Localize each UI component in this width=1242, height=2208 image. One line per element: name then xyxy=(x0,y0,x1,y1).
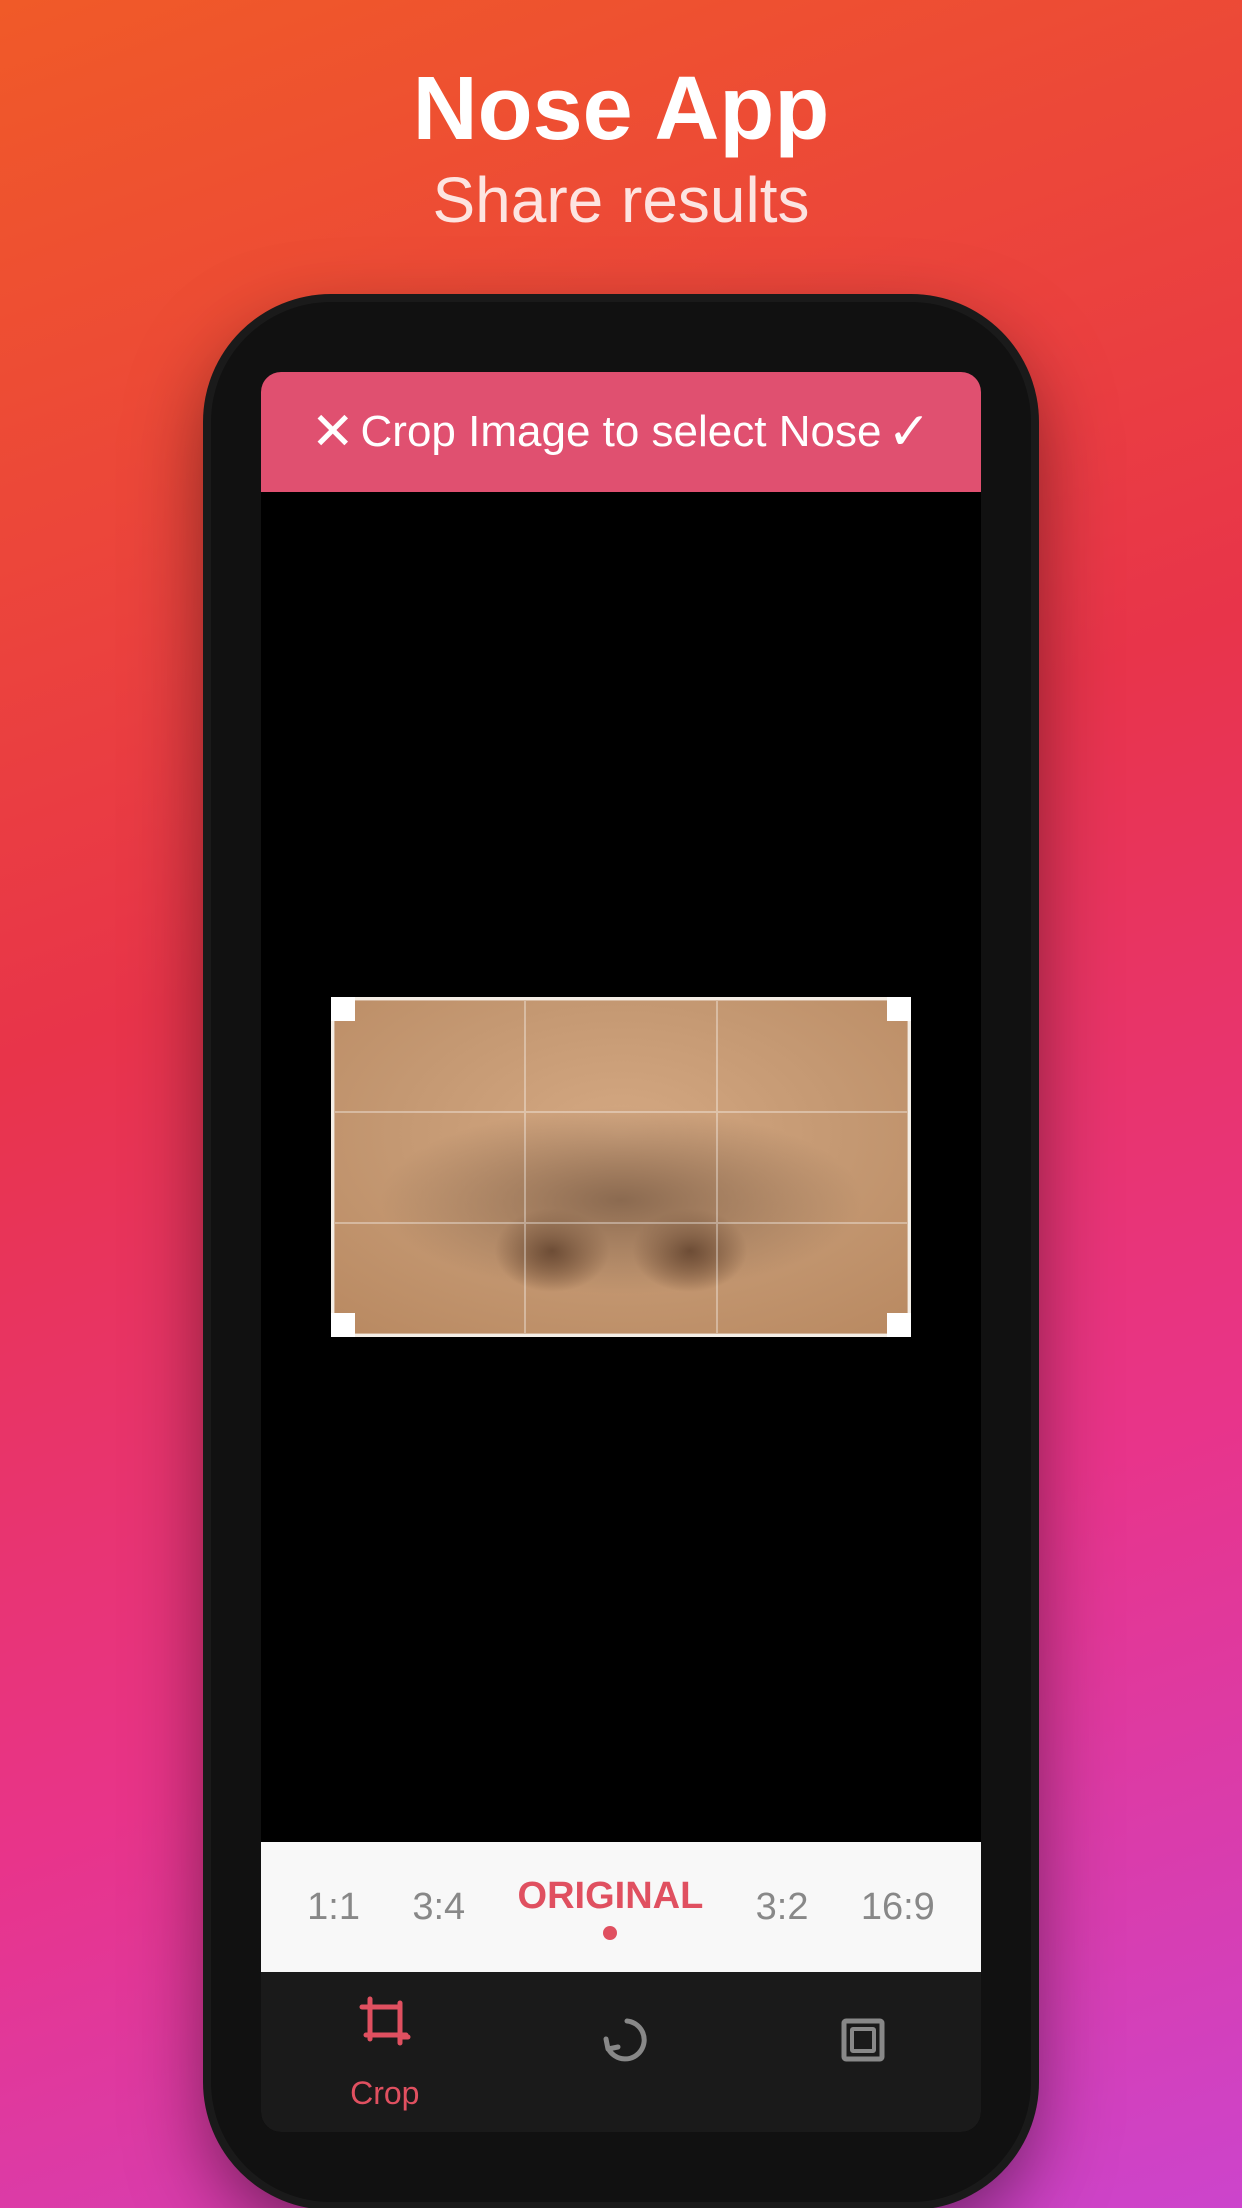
crop-handle-bottom-right[interactable] xyxy=(887,1313,911,1337)
nose-image xyxy=(334,1000,908,1334)
grid-cell xyxy=(334,1000,525,1111)
confirm-button[interactable]: ✓ xyxy=(887,402,931,462)
grid-cell xyxy=(334,1112,525,1223)
ratio-active-indicator xyxy=(603,1926,617,1940)
crop-handle-top-left[interactable] xyxy=(331,997,355,1021)
ratio-bar: 1:1 3:4 ORIGINAL 3:2 16:9 xyxy=(261,1842,981,1972)
crop-handle-bottom-left[interactable] xyxy=(331,1313,355,1337)
toolbar-expand[interactable] xyxy=(834,2011,892,2093)
ratio-option-16-9[interactable]: 16:9 xyxy=(861,1886,935,1929)
phone-shell: ✕ Crop Image to select Nose ✓ xyxy=(211,302,1031,2202)
top-bar: ✕ Crop Image to select Nose ✓ xyxy=(261,372,981,492)
crop-grid xyxy=(334,1000,908,1334)
grid-cell xyxy=(525,1000,716,1111)
crop-handle-top-right[interactable] xyxy=(887,997,911,1021)
grid-cell xyxy=(334,1223,525,1334)
ratio-option-3-4[interactable]: 3:4 xyxy=(412,1886,465,1929)
top-bar-title: Crop Image to select Nose xyxy=(355,407,888,457)
ratio-option-original[interactable]: ORIGINAL xyxy=(518,1875,704,1940)
grid-cell xyxy=(525,1223,716,1334)
toolbar-rotate[interactable] xyxy=(598,2011,656,2093)
grid-cell xyxy=(717,1223,908,1334)
grid-cell xyxy=(717,1000,908,1111)
grid-cell xyxy=(717,1112,908,1223)
rotate-icon xyxy=(598,2011,656,2083)
expand-icon xyxy=(834,2011,892,2083)
crop-label: Crop xyxy=(350,2075,419,2112)
image-area[interactable] xyxy=(261,492,981,1842)
app-header: Nose App Share results xyxy=(413,60,830,242)
crop-container[interactable] xyxy=(331,997,911,1337)
close-button[interactable]: ✕ xyxy=(311,402,355,462)
phone-screen: ✕ Crop Image to select Nose ✓ xyxy=(261,372,981,2132)
app-subtitle: Share results xyxy=(413,159,830,242)
ratio-option-1-1[interactable]: 1:1 xyxy=(307,1886,360,1929)
ratio-option-3-2[interactable]: 3:2 xyxy=(756,1886,809,1929)
toolbar-crop[interactable]: Crop xyxy=(350,1993,419,2112)
crop-icon xyxy=(356,1993,414,2065)
grid-cell xyxy=(525,1112,716,1223)
bottom-toolbar: Crop xyxy=(261,1972,981,2132)
app-title: Nose App xyxy=(413,60,830,159)
